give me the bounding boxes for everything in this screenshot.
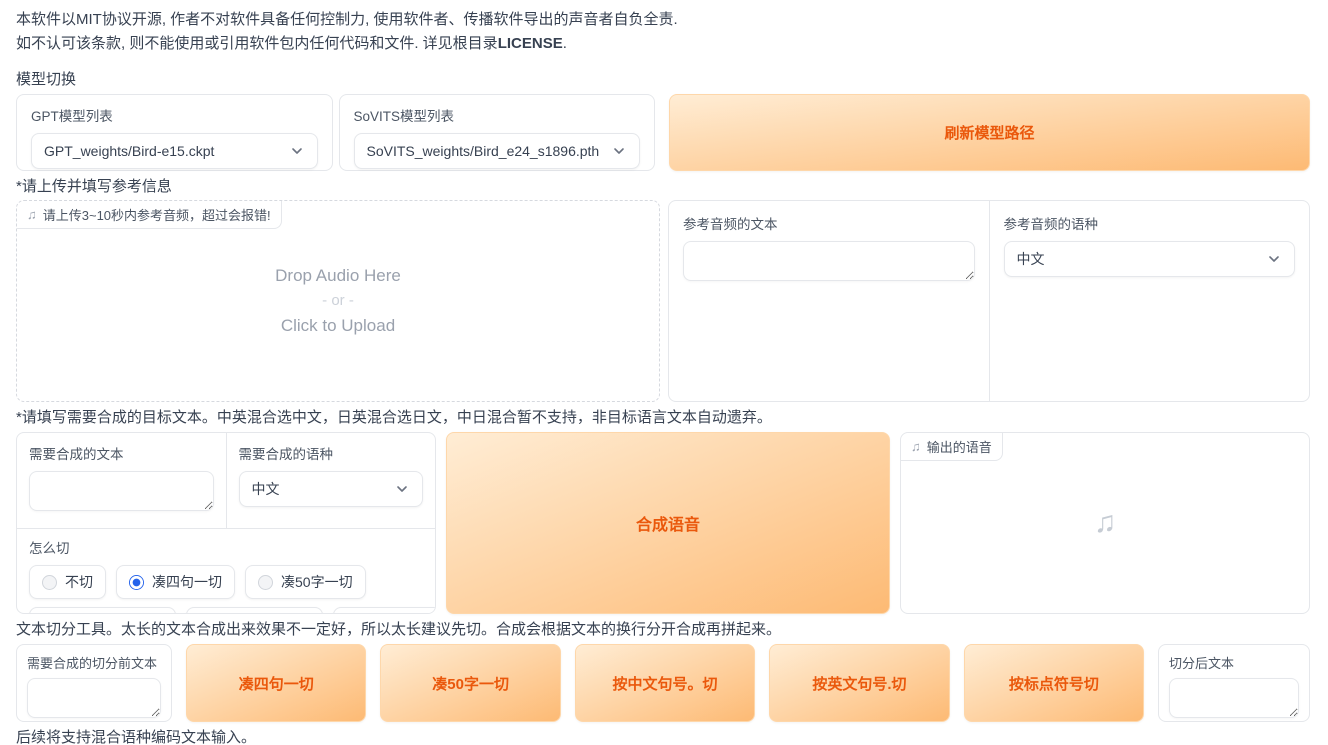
cut-tool-heading: 文本切分工具。太长的文本合成出来效果不一定好，所以太长建议先切。合成会根据文本的…: [16, 620, 1310, 640]
cut-four-sentences-button[interactable]: 凑四句一切: [186, 644, 366, 722]
cut-input-panel: 需要合成的切分前文本: [16, 644, 172, 722]
radio-unchecked-icon: [258, 575, 273, 590]
cut-option-label: 不切: [65, 572, 93, 592]
license-text: LICENSE: [498, 35, 563, 52]
disclaimer-text-suffix: .: [563, 35, 567, 52]
reference-row: ♫ 请上传3~10秒内参考音频，超过会报错! Drop Audio Here -…: [16, 200, 1310, 402]
cut-option-no-cut[interactable]: 不切: [29, 565, 106, 599]
radio-checked-icon: [129, 575, 144, 590]
model-dropdowns: GPT模型列表 GPT_weights/Bird-e15.ckpt SoVITS…: [16, 94, 655, 171]
cut-tool-row: 需要合成的切分前文本 凑四句一切 凑50字一切 按中文句号。切 按英文句号.切 …: [16, 644, 1310, 722]
cut-punctuation-button[interactable]: 按标点符号切: [964, 644, 1144, 722]
synthesis-language-cell: 需要合成的语种 中文: [227, 433, 436, 528]
cut-option-chinese-period[interactable]: 按中文句号。切: [29, 607, 176, 614]
reference-text-label: 参考音频的文本: [683, 213, 975, 233]
cut-input-label: 需要合成的切分前文本: [27, 653, 161, 672]
cut-method-group: 怎么切 不切 凑四句一切 凑50字一切: [17, 529, 435, 614]
reference-language-label: 参考音频的语种: [1004, 213, 1296, 233]
synthesis-input-panel: 需要合成的文本 需要合成的语种 中文 怎么切 不切: [16, 432, 436, 614]
audio-upload-badge: ♫ 请上传3~10秒内参考音频，超过会报错!: [17, 201, 282, 229]
cut-option-50-chars[interactable]: 凑50字一切: [245, 565, 366, 599]
disclaimer-text: 如不认可该条款, 则不能使用或引用软件包内任何代码和文件. 详见根目录: [16, 35, 498, 52]
disclaimer-line-1: 本软件以MIT协议开源, 作者不对软件具备任何控制力, 使用软件者、传播软件导出…: [16, 8, 1310, 32]
synthesis-text-label: 需要合成的文本: [29, 443, 214, 463]
output-audio-badge: ♫ 输出的语音: [901, 433, 1003, 461]
drop-audio-here-text: Drop Audio Here: [275, 263, 401, 289]
synthesis-language-label: 需要合成的语种: [239, 443, 424, 463]
model-switch-heading: 模型切换: [16, 70, 1310, 90]
cut-option-english-period[interactable]: 按英文句号.切: [186, 607, 323, 614]
cut-method-label: 怎么切: [29, 537, 423, 557]
reference-language-cell: 参考音频的语种 中文: [990, 201, 1310, 401]
reference-info-group: 参考音频的文本 参考音频的语种 中文: [668, 200, 1310, 402]
audio-upload-badge-label: 请上传3~10秒内参考音频，超过会报错!: [43, 205, 271, 224]
chevron-down-icon: [611, 143, 627, 159]
gpt-model-select[interactable]: GPT_weights/Bird-e15.ckpt: [31, 133, 318, 169]
reference-text-input[interactable]: [683, 241, 975, 281]
gpt-model-label: GPT模型列表: [31, 105, 318, 125]
sovits-model-label: SoVITS模型列表: [354, 105, 641, 125]
footer-note: 后续将支持混合语种编码文本输入。: [16, 728, 1310, 745]
audio-drop-zone[interactable]: Drop Audio Here - or - Click to Upload: [275, 263, 401, 339]
cut-output-label: 切分后文本: [1169, 653, 1299, 672]
refresh-model-path-button[interactable]: 刷新模型路径: [669, 94, 1310, 171]
cut-option-label: 凑50字一切: [281, 572, 353, 592]
synthesis-language-select[interactable]: 中文: [239, 471, 424, 507]
chevron-down-icon: [1266, 251, 1282, 267]
disclaimer-line-2: 如不认可该条款, 则不能使用或引用软件包内任何代码和文件. 详见根目录LICEN…: [16, 32, 1310, 56]
reference-language-select[interactable]: 中文: [1004, 241, 1296, 277]
drop-or-text: - or -: [275, 289, 401, 313]
output-audio-panel: ♫ 输出的语音 ♫: [900, 432, 1310, 614]
cut-method-options: 不切 凑四句一切 凑50字一切 按中文句号。切: [29, 565, 423, 614]
cut-method-row-1: 不切 凑四句一切 凑50字一切: [29, 565, 423, 599]
cut-input-textarea[interactable]: [27, 678, 161, 718]
music-note-icon: ♫: [1094, 506, 1117, 540]
synthesis-top-cells: 需要合成的文本 需要合成的语种 中文: [17, 433, 435, 529]
radio-unchecked-icon: [42, 575, 57, 590]
reference-audio-upload[interactable]: ♫ 请上传3~10秒内参考音频，超过会报错! Drop Audio Here -…: [16, 200, 660, 402]
reference-language-value: 中文: [1017, 249, 1045, 269]
model-row: GPT模型列表 GPT_weights/Bird-e15.ckpt SoVITS…: [16, 94, 1310, 171]
cut-output-textarea[interactable]: [1169, 678, 1299, 718]
music-note-icon: ♫: [27, 207, 37, 222]
cut-output-panel: 切分后文本: [1158, 644, 1310, 722]
reference-heading: *请上传并填写参考信息: [16, 177, 1310, 197]
synthesis-text-input[interactable]: [29, 471, 214, 511]
reference-text-cell: 参考音频的文本: [669, 201, 990, 401]
output-audio-badge-label: 输出的语音: [927, 437, 992, 456]
sovits-model-panel: SoVITS模型列表 SoVITS_weights/Bird_e24_s1896…: [339, 94, 656, 171]
cut-option-label: 凑四句一切: [152, 572, 222, 592]
gpt-model-panel: GPT模型列表 GPT_weights/Bird-e15.ckpt: [16, 94, 333, 171]
synthesis-text-cell: 需要合成的文本: [17, 433, 227, 528]
synthesis-heading: *请填写需要合成的目标文本。中英混合选中文，日英混合选日文，中日混合暂不支持，非…: [16, 408, 1310, 428]
cut-option-four-sentences[interactable]: 凑四句一切: [116, 565, 235, 599]
sovits-model-value: SoVITS_weights/Bird_e24_s1896.pth: [367, 143, 600, 159]
gpt-model-value: GPT_weights/Bird-e15.ckpt: [44, 143, 214, 159]
sovits-model-select[interactable]: SoVITS_weights/Bird_e24_s1896.pth: [354, 133, 641, 169]
chevron-down-icon: [289, 143, 305, 159]
chevron-down-icon: [394, 481, 410, 497]
cut-chinese-period-button[interactable]: 按中文句号。切: [575, 644, 755, 722]
cut-english-period-button[interactable]: 按英文句号.切: [769, 644, 949, 722]
music-note-icon: ♫: [911, 439, 921, 454]
cut-50-chars-button[interactable]: 凑50字一切: [380, 644, 560, 722]
cut-method-row-2: 按中文句号。切 按英文句号.切 按标点符号切: [29, 607, 423, 614]
synthesis-row: 需要合成的文本 需要合成的语种 中文 怎么切 不切: [16, 432, 1310, 614]
click-to-upload-text: Click to Upload: [275, 313, 401, 339]
cut-option-punctuation[interactable]: 按标点符号切: [333, 607, 436, 614]
synthesize-button[interactable]: 合成语音: [446, 432, 890, 614]
synthesis-language-value: 中文: [252, 479, 280, 499]
